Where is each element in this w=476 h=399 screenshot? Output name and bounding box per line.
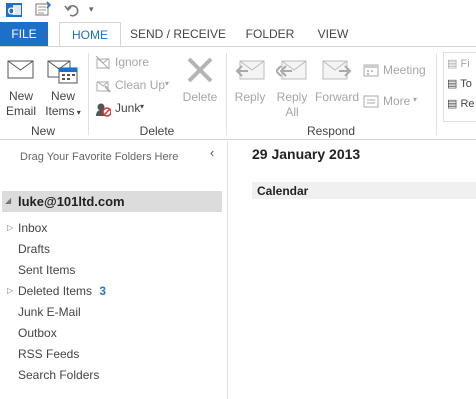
forward-button[interactable]: Forward (314, 55, 360, 119)
tab-view[interactable]: VIEW (310, 22, 356, 46)
new-email-label-line2: Email (5, 104, 36, 118)
quick-step-icon: ▤ (447, 98, 458, 110)
reply-all-label: Reply All (272, 90, 312, 120)
clean-up-label: Clean Up (115, 78, 166, 92)
quick-steps-gallery[interactable]: ▤ Fi ▤ To ▤ Re (443, 52, 476, 122)
folder-label: RSS Feeds (18, 347, 80, 361)
quick-step-label: To (460, 78, 472, 90)
new-items-label-line1: New (50, 89, 75, 103)
group-label-delete: Delete (139, 124, 175, 138)
more-label: More (383, 94, 411, 108)
tab-file[interactable]: FILE (0, 22, 48, 46)
customize-qat-icon[interactable]: ▾ (89, 4, 94, 15)
unread-count-badge: 3 (99, 284, 107, 298)
calendar-section-label: Calendar (257, 184, 309, 198)
collapse-pane-icon[interactable]: ‹ (210, 145, 214, 160)
quick-step-label: Re (460, 98, 475, 110)
group-label-respond: Respond (306, 124, 356, 138)
new-items-icon (47, 57, 79, 88)
tab-folder[interactable]: FOLDER (240, 22, 300, 46)
new-email-label-line1: New (8, 89, 33, 103)
new-items-dropdown-icon: ▾ (74, 108, 81, 117)
forward-icon (321, 55, 353, 88)
reply-all-icon (274, 55, 308, 88)
account-name: luke@101ltd.com (18, 194, 125, 209)
folder-label: Drafts (18, 242, 51, 256)
folder-inbox[interactable]: ▷ Inbox (7, 221, 48, 235)
clean-up-button[interactable]: Clean Up ▾ (95, 77, 175, 95)
meeting-button[interactable]: Meeting (363, 62, 431, 80)
quick-step-label: Fi (460, 58, 470, 70)
junk-dropdown-icon: ▾ (140, 102, 145, 111)
folder-label: Inbox (18, 221, 48, 235)
quick-step-icon: ▤ (447, 78, 458, 90)
meeting-label: Meeting (383, 63, 426, 77)
expanded-caret-icon[interactable]: ◢ (5, 196, 11, 205)
ribbon-tabs: FILE HOME SEND / RECEIVE FOLDER VIEW (0, 22, 476, 46)
clean-up-dropdown-icon: ▾ (165, 79, 170, 88)
outlook-logo-icon: O (5, 1, 23, 19)
more-icon (363, 93, 379, 112)
new-items-label: New Items ▾ (42, 89, 84, 120)
undo-icon[interactable] (63, 1, 81, 19)
meeting-icon (363, 62, 379, 81)
more-dropdown-icon: ▾ (413, 95, 418, 104)
group-separator (436, 53, 437, 135)
quick-step-item[interactable]: ▤ Fi (447, 57, 470, 70)
new-email-button[interactable]: New Email (3, 55, 39, 119)
folder-label: Junk E-Mail (18, 305, 81, 319)
quick-step-item[interactable]: ▤ Re (447, 97, 475, 110)
reply-all-label-line2: All (285, 105, 299, 119)
new-items-button[interactable]: New Items ▾ (42, 55, 84, 119)
ignore-label: Ignore (115, 55, 150, 69)
folder-junk-email[interactable]: Junk E-Mail (18, 305, 81, 319)
reply-label: Reply (234, 90, 266, 104)
collapsed-caret-icon[interactable]: ▷ (7, 223, 13, 232)
ignore-button[interactable]: Ignore (95, 54, 165, 72)
junk-button[interactable]: Junk ▾ (95, 100, 155, 118)
title-bar: O ▾ (0, 0, 476, 22)
folder-deleted-items[interactable]: ▷ Deleted Items 3 (7, 284, 107, 298)
group-separator (88, 53, 89, 135)
new-email-icon (7, 57, 35, 84)
folder-pane: Drag Your Favorite Folders Here ‹ ◢ luke… (0, 141, 228, 399)
quick-step-item[interactable]: ▤ To (447, 77, 472, 90)
send-receive-icon[interactable] (34, 1, 52, 19)
new-items-label-line2: Items (45, 104, 75, 118)
account-header[interactable]: ◢ luke@101ltd.com (2, 191, 222, 212)
group-separator (226, 53, 227, 135)
junk-label: Junk (115, 101, 141, 115)
folder-drafts[interactable]: Drafts (18, 242, 50, 256)
delete-icon (185, 55, 215, 88)
date-header: 29 January 2013 (252, 146, 361, 162)
folder-label: Outbox (18, 326, 57, 340)
reply-icon (234, 55, 266, 88)
group-label-new: New (30, 124, 55, 138)
tab-home[interactable]: HOME (59, 22, 121, 46)
reply-all-label-line1: Reply (276, 90, 308, 104)
junk-icon (95, 101, 112, 120)
new-email-label: New Email (3, 89, 39, 119)
favorites-drop-hint: Drag Your Favorite Folders Here (20, 151, 179, 163)
ribbon: New Email New Items ▾ New Ignore Clean U… (0, 46, 476, 140)
folder-label: Sent Items (18, 263, 76, 277)
more-button[interactable]: More ▾ (363, 93, 423, 111)
forward-label: Forward (314, 90, 359, 104)
quick-step-icon: ▤ (447, 58, 458, 70)
clean-up-icon (95, 78, 111, 97)
ignore-icon (95, 55, 111, 74)
tab-send-receive[interactable]: SEND / RECEIVE (128, 22, 228, 46)
delete-label: Delete (182, 90, 218, 104)
folder-label: Search Folders (18, 368, 100, 382)
reply-all-button[interactable]: Reply All (272, 55, 312, 119)
collapsed-caret-icon[interactable]: ▷ (7, 286, 13, 295)
svg-text:O: O (8, 7, 16, 18)
folder-sent-items[interactable]: Sent Items (18, 263, 75, 277)
folder-outbox[interactable]: Outbox (18, 326, 57, 340)
delete-button[interactable]: Delete (178, 55, 222, 119)
folder-search-folders[interactable]: Search Folders (18, 368, 99, 382)
folder-rss-feeds[interactable]: RSS Feeds (18, 347, 79, 361)
reply-button[interactable]: Reply (230, 55, 270, 119)
folder-label: Deleted Items (18, 284, 93, 298)
